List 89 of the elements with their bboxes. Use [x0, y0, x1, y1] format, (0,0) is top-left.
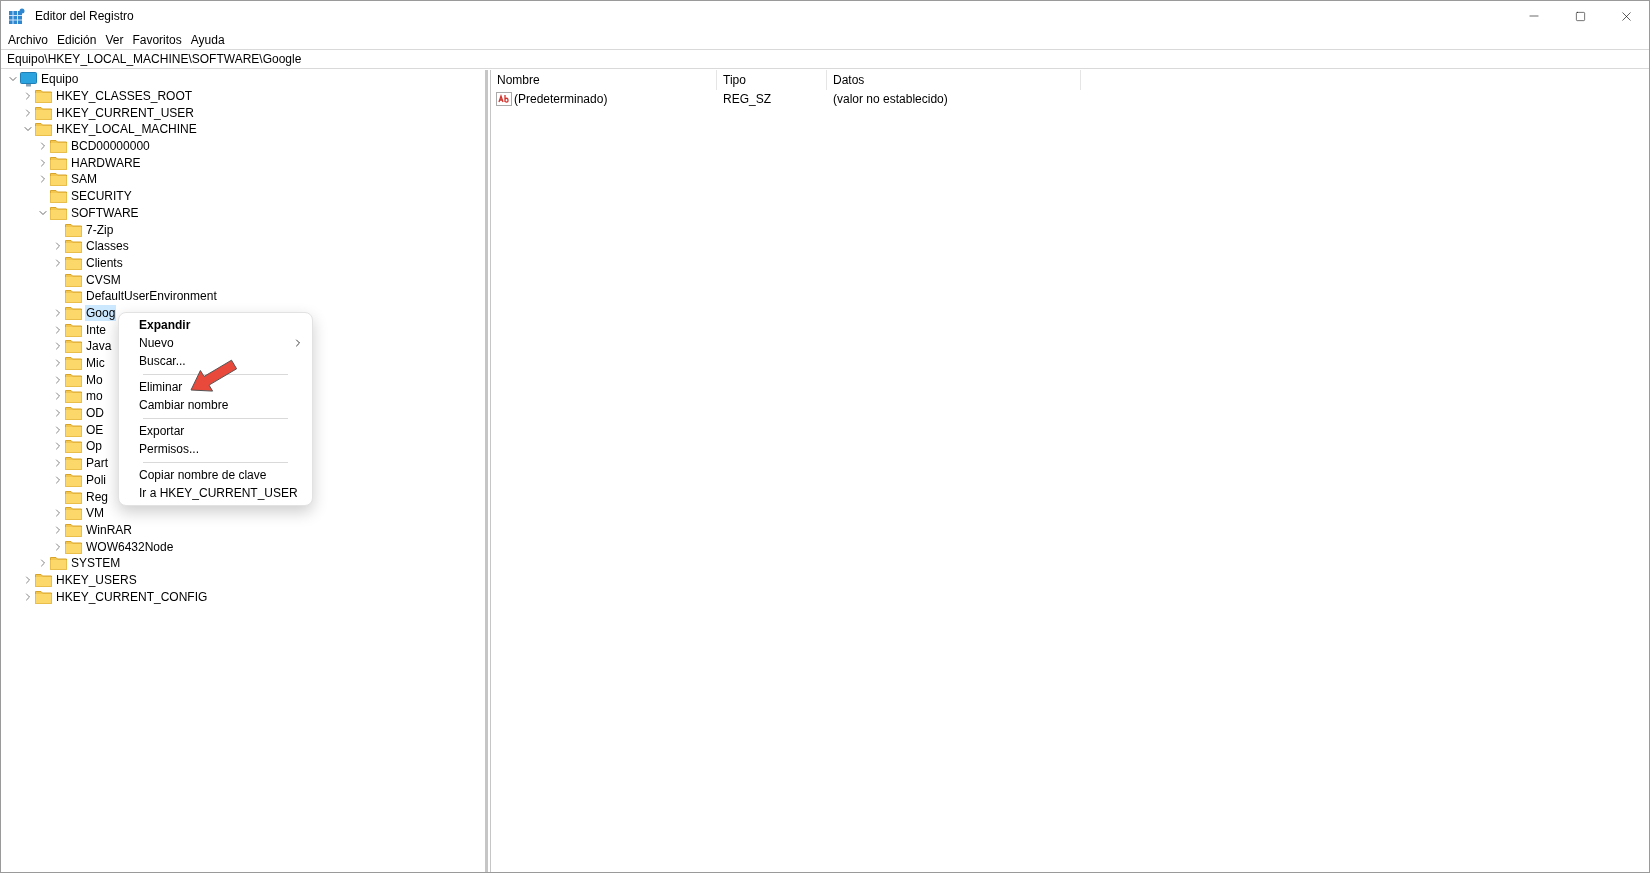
folder-icon [50, 172, 67, 187]
window-title: Editor del Registro [35, 8, 134, 25]
folder-icon [65, 522, 82, 537]
folder-icon [65, 305, 82, 320]
tree-item[interactable]: CVSM [85, 271, 122, 288]
folder-icon [65, 339, 82, 354]
address-bar[interactable]: Equipo\HKEY_LOCAL_MACHINE\SOFTWARE\Google [1, 50, 308, 68]
computer-icon [20, 71, 37, 87]
folder-icon [65, 406, 82, 421]
folder-icon [35, 105, 52, 120]
folder-icon [35, 572, 52, 587]
folder-icon [65, 472, 82, 487]
folder-icon [50, 556, 67, 571]
menu-item[interactable]: Edición [53, 31, 101, 49]
tree-item[interactable]: Op [85, 438, 103, 455]
context-menu-item[interactable]: Buscar... [119, 352, 312, 370]
tree-item[interactable]: Reg [85, 488, 109, 505]
tree-item[interactable]: SAM [70, 171, 98, 188]
tree-item[interactable]: OE [85, 421, 105, 438]
tree-item[interactable]: 7-Zip [85, 221, 115, 238]
context-menu-item[interactable]: Exportar [119, 422, 312, 440]
folder-icon [65, 456, 82, 471]
context-menu-item[interactable]: Expandir [119, 316, 312, 334]
menu-item[interactable]: Archivo [4, 31, 52, 49]
tree-item[interactable]: SYSTEM [70, 555, 122, 572]
context-menu-item[interactable]: Ir a HKEY_CURRENT_USER [119, 484, 312, 502]
context-menu-item[interactable]: Eliminar [119, 378, 312, 396]
context-menu-item[interactable]: Nuevo [119, 334, 312, 352]
folder-icon [65, 539, 82, 554]
folder-icon [65, 439, 82, 454]
tree-item[interactable]: WinRAR [85, 521, 133, 538]
column-header[interactable]: Datos [827, 70, 1081, 90]
tree-item[interactable]: SECURITY [70, 188, 133, 205]
folder-icon [65, 506, 82, 521]
folder-icon [65, 422, 82, 437]
tree-item[interactable]: Mo [85, 371, 104, 388]
tree-item[interactable]: HKEY_USERS [55, 571, 138, 588]
folder-icon [50, 189, 67, 204]
tree-item[interactable]: BCD00000000 [70, 138, 151, 155]
tree-item[interactable]: HKEY_CLASSES_ROOT [55, 88, 194, 105]
folder-icon [50, 205, 67, 220]
table-cell-text: (valor no establecido) [832, 91, 948, 108]
registry-icon [9, 8, 25, 24]
tree-item[interactable]: HKEY_CURRENT_CONFIG [55, 588, 209, 605]
tree-item[interactable]: Mic [85, 355, 106, 372]
folder-icon [65, 489, 82, 504]
folder-icon [65, 239, 82, 254]
folder-icon [50, 155, 67, 170]
folder-icon [65, 255, 82, 270]
tree-item[interactable]: HKEY_LOCAL_MACHINE [55, 121, 198, 138]
tree-item[interactable]: Equipo [40, 71, 80, 88]
folder-icon [35, 589, 52, 604]
folder-icon [65, 322, 82, 337]
tree-item[interactable]: HARDWARE [70, 154, 142, 171]
tree-item[interactable]: OD [85, 405, 105, 422]
tree-item[interactable]: Inte [85, 321, 107, 338]
context-menu-item[interactable]: Cambiar nombre [119, 396, 312, 414]
folder-icon [65, 389, 82, 404]
column-header[interactable]: Nombre [491, 70, 717, 90]
tree-item[interactable]: DefaultUserEnvironment [85, 288, 218, 305]
string-value-icon [496, 92, 512, 106]
tree-item[interactable]: Poli [85, 471, 107, 488]
tree-item[interactable]: Java [85, 338, 113, 355]
folder-icon [35, 122, 52, 137]
table-cell-text: (Predeterminado) [514, 91, 608, 108]
tree-item[interactable]: HKEY_CURRENT_USER [55, 104, 196, 121]
tree-item[interactable]: Part [85, 455, 109, 472]
context-menu-item[interactable]: Copiar nombre de clave [119, 466, 312, 484]
folder-icon [35, 89, 52, 104]
tree-item[interactable]: VM [85, 505, 105, 522]
column-header[interactable]: Tipo [717, 70, 827, 90]
folder-icon [65, 289, 82, 304]
menu-item[interactable]: Ver [101, 31, 128, 49]
folder-icon [65, 222, 82, 237]
tree-item[interactable]: Classes [85, 238, 130, 255]
folder-icon [65, 272, 82, 287]
tree-item[interactable]: Goog [85, 304, 117, 321]
table-cell-text: REG_SZ [722, 91, 772, 108]
menu-item[interactable]: Ayuda [186, 31, 229, 49]
maximize-icon [1574, 10, 1586, 22]
menu-item[interactable]: Favoritos [128, 31, 186, 49]
folder-icon [65, 356, 82, 371]
tree-item[interactable]: Clients [85, 254, 124, 271]
tree-item[interactable]: WOW6432Node [85, 538, 175, 555]
tree-item[interactable]: SOFTWARE [70, 204, 140, 221]
folder-icon [65, 372, 82, 387]
tree-item[interactable]: mo [85, 388, 104, 405]
folder-icon [50, 139, 67, 154]
context-menu-item[interactable]: Permisos... [119, 440, 312, 458]
